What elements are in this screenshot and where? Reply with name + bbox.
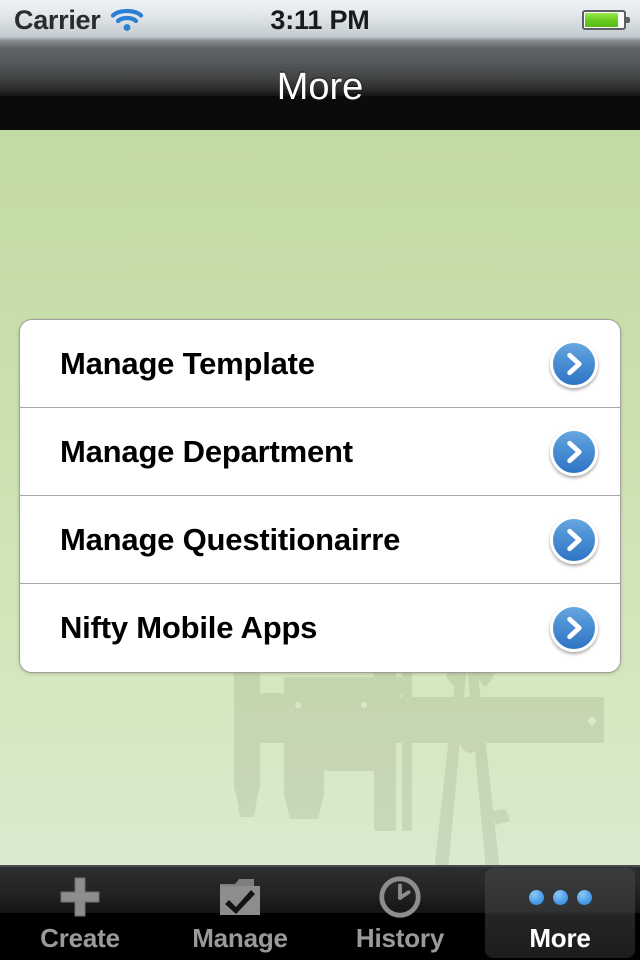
plus-icon bbox=[0, 873, 160, 921]
tab-create[interactable]: Create bbox=[0, 865, 160, 960]
page-title: More bbox=[276, 66, 364, 108]
tab-more[interactable]: More bbox=[480, 865, 640, 960]
tab-history[interactable]: History bbox=[320, 865, 480, 960]
navigation-bar: More bbox=[0, 40, 640, 130]
list-item-label: Manage Department bbox=[60, 434, 353, 469]
chevron-right-icon[interactable] bbox=[550, 515, 598, 564]
battery-icon bbox=[582, 10, 630, 30]
tab-label: Manage bbox=[192, 923, 288, 953]
tab-label: More bbox=[529, 923, 591, 953]
chevron-right-icon[interactable] bbox=[550, 427, 598, 476]
clock-icon bbox=[320, 873, 480, 921]
menu-list: Manage Template Manage Department Manage… bbox=[19, 319, 621, 673]
list-item[interactable]: Manage Questitionairre bbox=[20, 496, 620, 584]
tab-bar: Create Manage History More bbox=[0, 865, 640, 960]
three-dots-icon bbox=[480, 873, 640, 921]
dot bbox=[552, 889, 568, 905]
list-item[interactable]: Manage Template bbox=[20, 320, 620, 408]
battery-fill bbox=[585, 13, 618, 27]
list-item[interactable]: Manage Department bbox=[20, 408, 620, 496]
tab-label: History bbox=[355, 923, 445, 953]
status-bar: Carrier 3:11 PM bbox=[0, 0, 640, 40]
chevron-right-icon[interactable] bbox=[550, 339, 598, 388]
content-area: Manage Template Manage Department Manage… bbox=[0, 130, 640, 865]
dot bbox=[576, 889, 592, 905]
iphone-screen: Carrier 3:11 PM More Manage Template Man… bbox=[0, 0, 640, 960]
list-item-label: Manage Questitionairre bbox=[60, 522, 401, 557]
list-item-label: Manage Template bbox=[60, 346, 315, 381]
dot bbox=[528, 889, 544, 905]
tab-label: Create bbox=[40, 923, 120, 953]
folder-check-icon bbox=[160, 873, 320, 921]
clock-time: 3:11 PM bbox=[270, 5, 370, 35]
list-item[interactable]: Nifty Mobile Apps bbox=[20, 584, 620, 672]
chevron-right-icon[interactable] bbox=[550, 604, 598, 652]
tab-manage[interactable]: Manage bbox=[160, 865, 320, 960]
list-item-label: Nifty Mobile Apps bbox=[60, 610, 318, 645]
